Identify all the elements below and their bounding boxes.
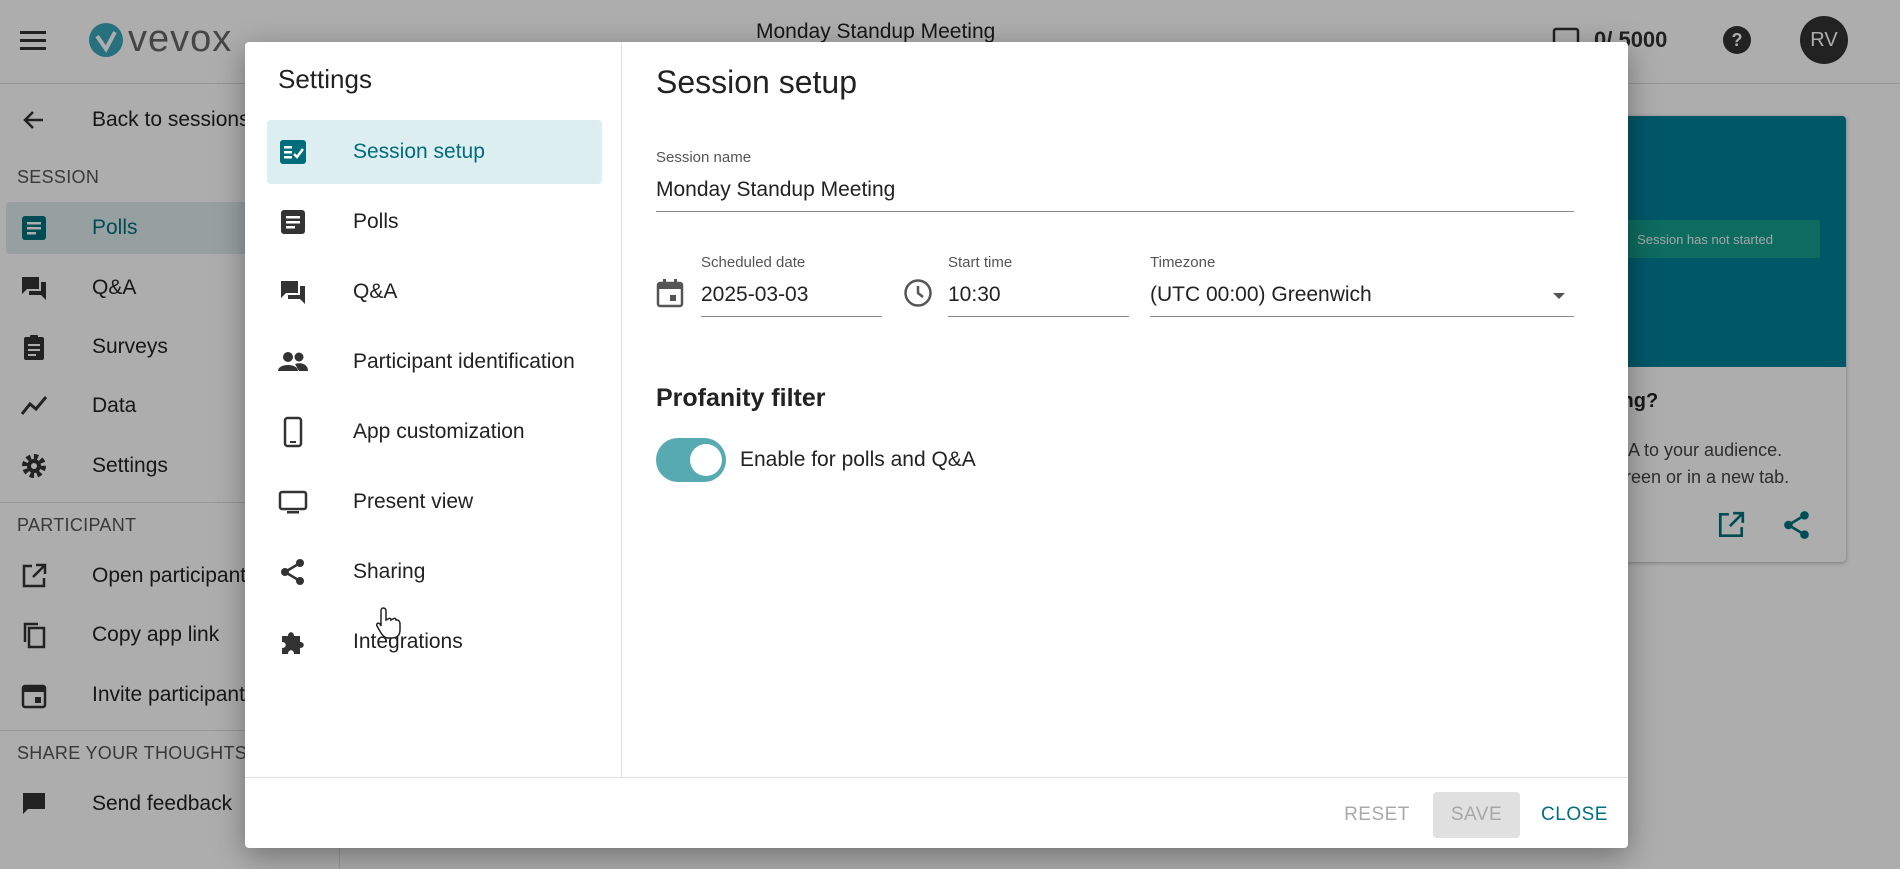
nav-item-present-view[interactable]: Present view [267,470,602,534]
hand-cursor-icon [374,606,402,640]
settings-content: Session setup Session name Monday Standu… [623,42,1628,777]
scheduled-date-label: Scheduled date [701,254,806,271]
nav-item-session-setup[interactable]: Session setup [267,120,602,184]
start-time-label: Start time [948,254,1013,271]
settings-dialog: Settings Session setup Polls Q&A Partici… [245,42,1628,848]
scheduled-date-value: 2025-03-03 [701,283,809,306]
reset-button[interactable]: RESET [1339,792,1415,838]
settings-nav: Settings Session setup Polls Q&A Partici… [245,42,622,777]
nav-item-label: App customization [353,420,525,443]
underline [656,211,1574,212]
nav-item-label: Participant identification [353,350,575,373]
session-setup-icon [277,136,309,168]
nav-item-qa[interactable]: Q&A [267,260,602,324]
dropdown-arrow-icon [1552,291,1566,301]
dialog-title: Settings [278,64,372,94]
toggle-knob [690,444,722,476]
timezone-value: (UTC 00:00) Greenwich [1150,283,1372,306]
nav-item-participant-identification[interactable]: Participant identification [267,330,602,394]
nav-item-polls[interactable]: Polls [267,190,602,254]
nav-item-label: Q&A [353,280,398,303]
clock-icon[interactable] [903,278,933,308]
monitor-icon [277,486,309,518]
close-button[interactable]: CLOSE [1536,792,1613,838]
profanity-filter-toggle[interactable] [656,438,726,482]
underline [948,316,1129,317]
qa-icon [277,276,309,308]
profanity-filter-label: Enable for polls and Q&A [740,448,976,471]
dialog-footer: RESET SAVE CLOSE [245,777,1628,848]
phone-icon [277,416,309,448]
scheduled-date-field[interactable]: 2025-03-03 [701,275,882,317]
puzzle-icon [277,626,309,658]
session-name-label: Session name [656,149,752,166]
section-title: Session setup [656,64,858,100]
save-button[interactable]: SAVE [1433,792,1520,838]
timezone-label: Timezone [1150,254,1216,271]
timezone-select[interactable]: (UTC 00:00) Greenwich [1150,275,1574,317]
session-name-value: Monday Standup Meeting [656,178,896,201]
nav-item-app-customization[interactable]: App customization [267,400,602,464]
polls-icon [277,206,309,238]
profanity-filter-title: Profanity filter [656,384,826,412]
nav-item-label: Present view [353,490,474,513]
nav-item-label: Session setup [353,140,485,163]
nav-item-label: Sharing [353,560,426,583]
nav-item-label: Integrations [353,630,463,653]
start-time-field[interactable]: 10:30 [948,275,1129,317]
nav-item-integrations[interactable]: Integrations [267,610,602,674]
nav-item-label: Polls [353,210,399,233]
session-name-field[interactable]: Monday Standup Meeting [656,170,1574,212]
start-time-value: 10:30 [948,283,1001,306]
people-icon [277,346,309,378]
nav-item-sharing[interactable]: Sharing [267,540,602,604]
share-icon [277,556,309,588]
calendar-icon[interactable] [656,278,684,308]
underline [1150,316,1574,317]
underline [701,316,882,317]
